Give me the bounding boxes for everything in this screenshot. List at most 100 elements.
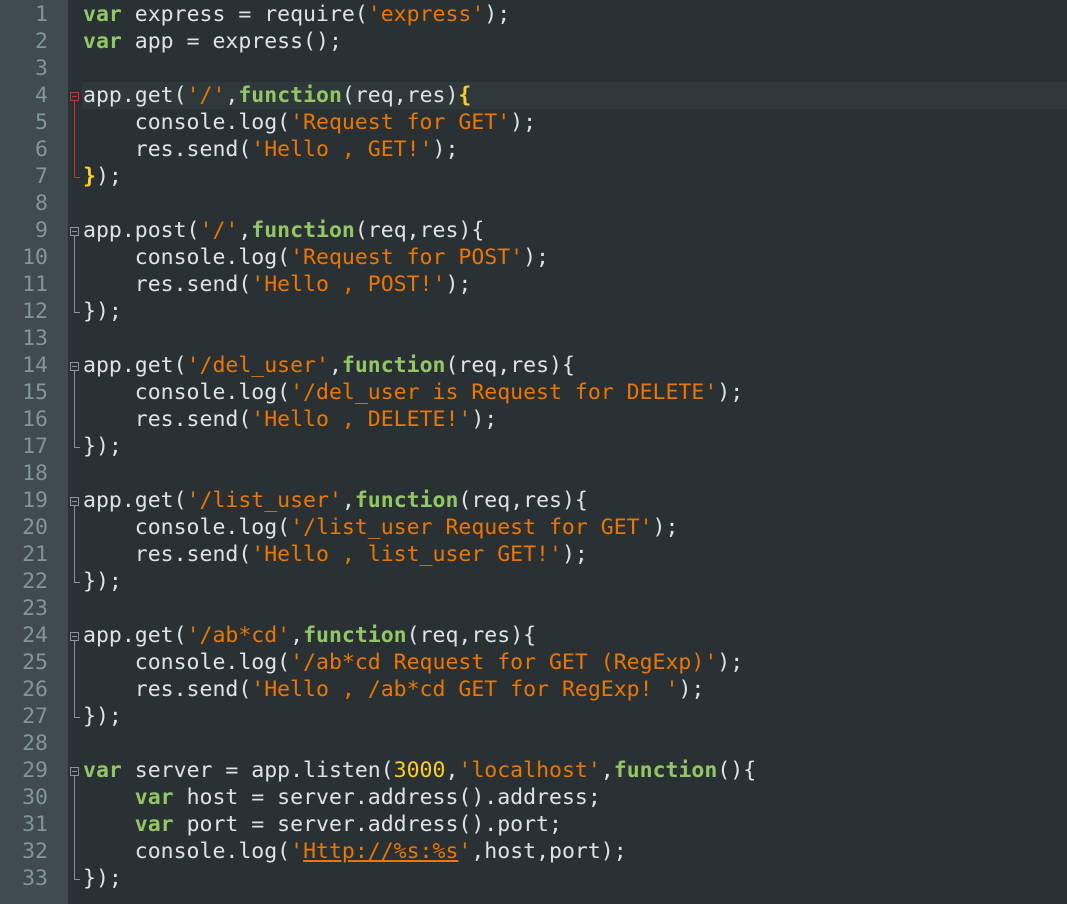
code-token-str: '/list_user Request for GET' — [290, 515, 653, 540]
code-line[interactable]: 7}); — [0, 163, 1067, 190]
code-line[interactable]: 13 — [0, 325, 1067, 352]
code-token-kw: var — [83, 758, 122, 783]
line-number: 29 — [22, 758, 48, 783]
code-line[interactable]: 15 console.log('/del_user is Request for… — [0, 379, 1067, 406]
code-token-plain: res.send( — [83, 137, 252, 162]
code-line[interactable]: 1 var express = require('express'); — [0, 1, 1067, 28]
fold-toggle-icon[interactable] — [70, 766, 79, 776]
code-line[interactable]: 8 — [0, 190, 1067, 217]
code-line[interactable]: 18 — [0, 460, 1067, 487]
fold-range-line — [74, 370, 75, 447]
code-text[interactable]: console.log('Request for POST'); — [83, 244, 549, 271]
code-line[interactable]: 31 var port = server.address().port; — [0, 811, 1067, 838]
code-text[interactable]: res.send('Hello , GET!'); — [83, 136, 459, 163]
code-line[interactable]: 20 console.log('/list_user Request for G… — [0, 514, 1067, 541]
code-line[interactable]: 26 res.send('Hello , /ab*cd GET for RegE… — [0, 676, 1067, 703]
code-line[interactable]: 9 app.post('/',function(req,res){ — [0, 217, 1067, 244]
code-text[interactable]: }); — [83, 433, 122, 460]
code-token-plain: ); — [523, 245, 549, 270]
code-token-plain: }); — [83, 704, 122, 729]
code-token-plain: res.send( — [83, 272, 252, 297]
code-token-plain: res.send( — [83, 542, 252, 567]
code-line[interactable]: 19 app.get('/list_user',function(req,res)… — [0, 487, 1067, 514]
code-text[interactable]: }); — [83, 163, 122, 190]
code-line[interactable]: 16 res.send('Hello , DELETE!'); — [0, 406, 1067, 433]
code-line[interactable]: 33}); — [0, 865, 1067, 892]
code-text[interactable]: app.get('/ab*cd',function(req,res){ — [83, 622, 536, 649]
code-text[interactable]: var host = server.address().address; — [83, 784, 601, 811]
line-number: 30 — [22, 785, 48, 810]
code-line[interactable]: 21 res.send('Hello , list_user GET!'); — [0, 541, 1067, 568]
code-token-str: '/' — [199, 218, 239, 243]
code-text[interactable]: var app = express(); — [83, 28, 342, 55]
code-line[interactable]: 24 app.get('/ab*cd',function(req,res){ — [0, 622, 1067, 649]
fold-toggle-icon[interactable] — [70, 361, 79, 371]
code-token-plain: console.log( — [83, 110, 291, 135]
code-token-plain: ); — [510, 110, 537, 135]
code-text[interactable]: console.log('Http://%s:%s',host,port); — [83, 838, 627, 865]
code-token-plain: (){ — [717, 758, 757, 783]
code-text[interactable]: res.send('Hello , list_user GET!'); — [83, 541, 588, 568]
code-token-plain: ); — [445, 272, 472, 297]
code-token-url: Http://%s:%s — [303, 839, 459, 864]
code-token-plain: ); — [717, 380, 744, 405]
code-token-kw: function — [303, 623, 407, 648]
code-line[interactable]: 14 app.get('/del_user',function(req,res){ — [0, 352, 1067, 379]
code-text[interactable]: console.log('Request for GET'); — [83, 109, 536, 136]
code-token-kw: function — [341, 353, 446, 378]
code-token-plain: (req,res){ — [354, 218, 485, 243]
code-line[interactable]: 29 var server = app.listen(3000,'localhos… — [0, 757, 1067, 784]
code-text[interactable]: res.send('Hello , /ab*cd GET for RegExp!… — [83, 676, 705, 703]
code-token-plain: server = app.listen( — [121, 758, 394, 783]
code-text[interactable]: res.send('Hello , POST!'); — [83, 271, 472, 298]
code-line[interactable]: 28 — [0, 730, 1067, 757]
code-line[interactable]: 10 console.log('Request for POST'); — [0, 244, 1067, 271]
code-text[interactable]: console.log('/list_user Request for GET'… — [83, 514, 679, 541]
code-line[interactable]: 2 var app = express(); — [0, 28, 1067, 55]
code-text[interactable]: app.get('/',function(req,res){ — [83, 82, 471, 109]
code-line[interactable]: 17}); — [0, 433, 1067, 460]
code-text[interactable]: res.send('Hello , DELETE!'); — [83, 406, 497, 433]
code-line[interactable]: 23 — [0, 595, 1067, 622]
code-text[interactable]: var express = require('express'); — [83, 1, 510, 28]
code-text[interactable]: var port = server.address().port; — [83, 811, 562, 838]
code-token-plain: }); — [83, 299, 122, 324]
code-line[interactable]: 22}); — [0, 568, 1067, 595]
code-text[interactable]: app.post('/',function(req,res){ — [83, 217, 484, 244]
code-token-kw: function — [354, 488, 459, 513]
code-text[interactable]: }); — [83, 568, 122, 595]
code-token-str: '/list_user' — [186, 488, 342, 513]
fold-toggle-icon[interactable] — [70, 226, 79, 236]
code-text[interactable]: var server = app.listen(3000,'localhost'… — [83, 757, 756, 784]
code-line[interactable]: 11 res.send('Hello , POST!'); — [0, 271, 1067, 298]
code-text[interactable]: }); — [83, 703, 122, 730]
code-line[interactable]: 5 console.log('Request for GET'); — [0, 109, 1067, 136]
code-line[interactable]: 6 res.send('Hello , GET!'); — [0, 136, 1067, 163]
code-line[interactable]: 25 console.log('/ab*cd Request for GET (… — [0, 649, 1067, 676]
code-line[interactable]: 30 var host = server.address().address; — [0, 784, 1067, 811]
code-line[interactable]: 27}); — [0, 703, 1067, 730]
code-text[interactable]: app.get('/list_user',function(req,res){ — [83, 487, 588, 514]
code-text[interactable]: app.get('/del_user',function(req,res){ — [83, 352, 575, 379]
line-number: 16 — [22, 407, 48, 432]
fold-toggle-icon[interactable] — [70, 631, 79, 641]
code-text[interactable]: }); — [83, 865, 122, 892]
code-editor[interactable]: 1 var express = require('express'); 2 var a… — [0, 0, 1067, 904]
line-number: 33 — [22, 866, 48, 891]
code-token-str: 'Hello , GET!' — [251, 137, 433, 162]
code-line[interactable]: 3 — [0, 55, 1067, 82]
line-number: 18 — [22, 461, 48, 486]
line-number: 13 — [22, 326, 48, 351]
fold-toggle-icon[interactable] — [70, 496, 79, 506]
code-text[interactable]: console.log('/del_user is Request for DE… — [83, 379, 743, 406]
code-text[interactable]: }); — [83, 298, 122, 325]
code-token-plain: , — [328, 353, 342, 378]
fold-toggle-icon[interactable] — [70, 91, 79, 101]
code-line[interactable]: 4 app.get('/',function(req,res){ — [0, 82, 1067, 109]
code-token-plain: port = server.address().port; — [173, 812, 562, 837]
line-number: 1 — [35, 2, 48, 27]
code-line[interactable]: 32 console.log('Http://%s:%s',host,port)… — [0, 838, 1067, 865]
code-text[interactable]: console.log('/ab*cd Request for GET (Reg… — [83, 649, 743, 676]
line-number: 10 — [22, 245, 48, 270]
code-line[interactable]: 12}); — [0, 298, 1067, 325]
